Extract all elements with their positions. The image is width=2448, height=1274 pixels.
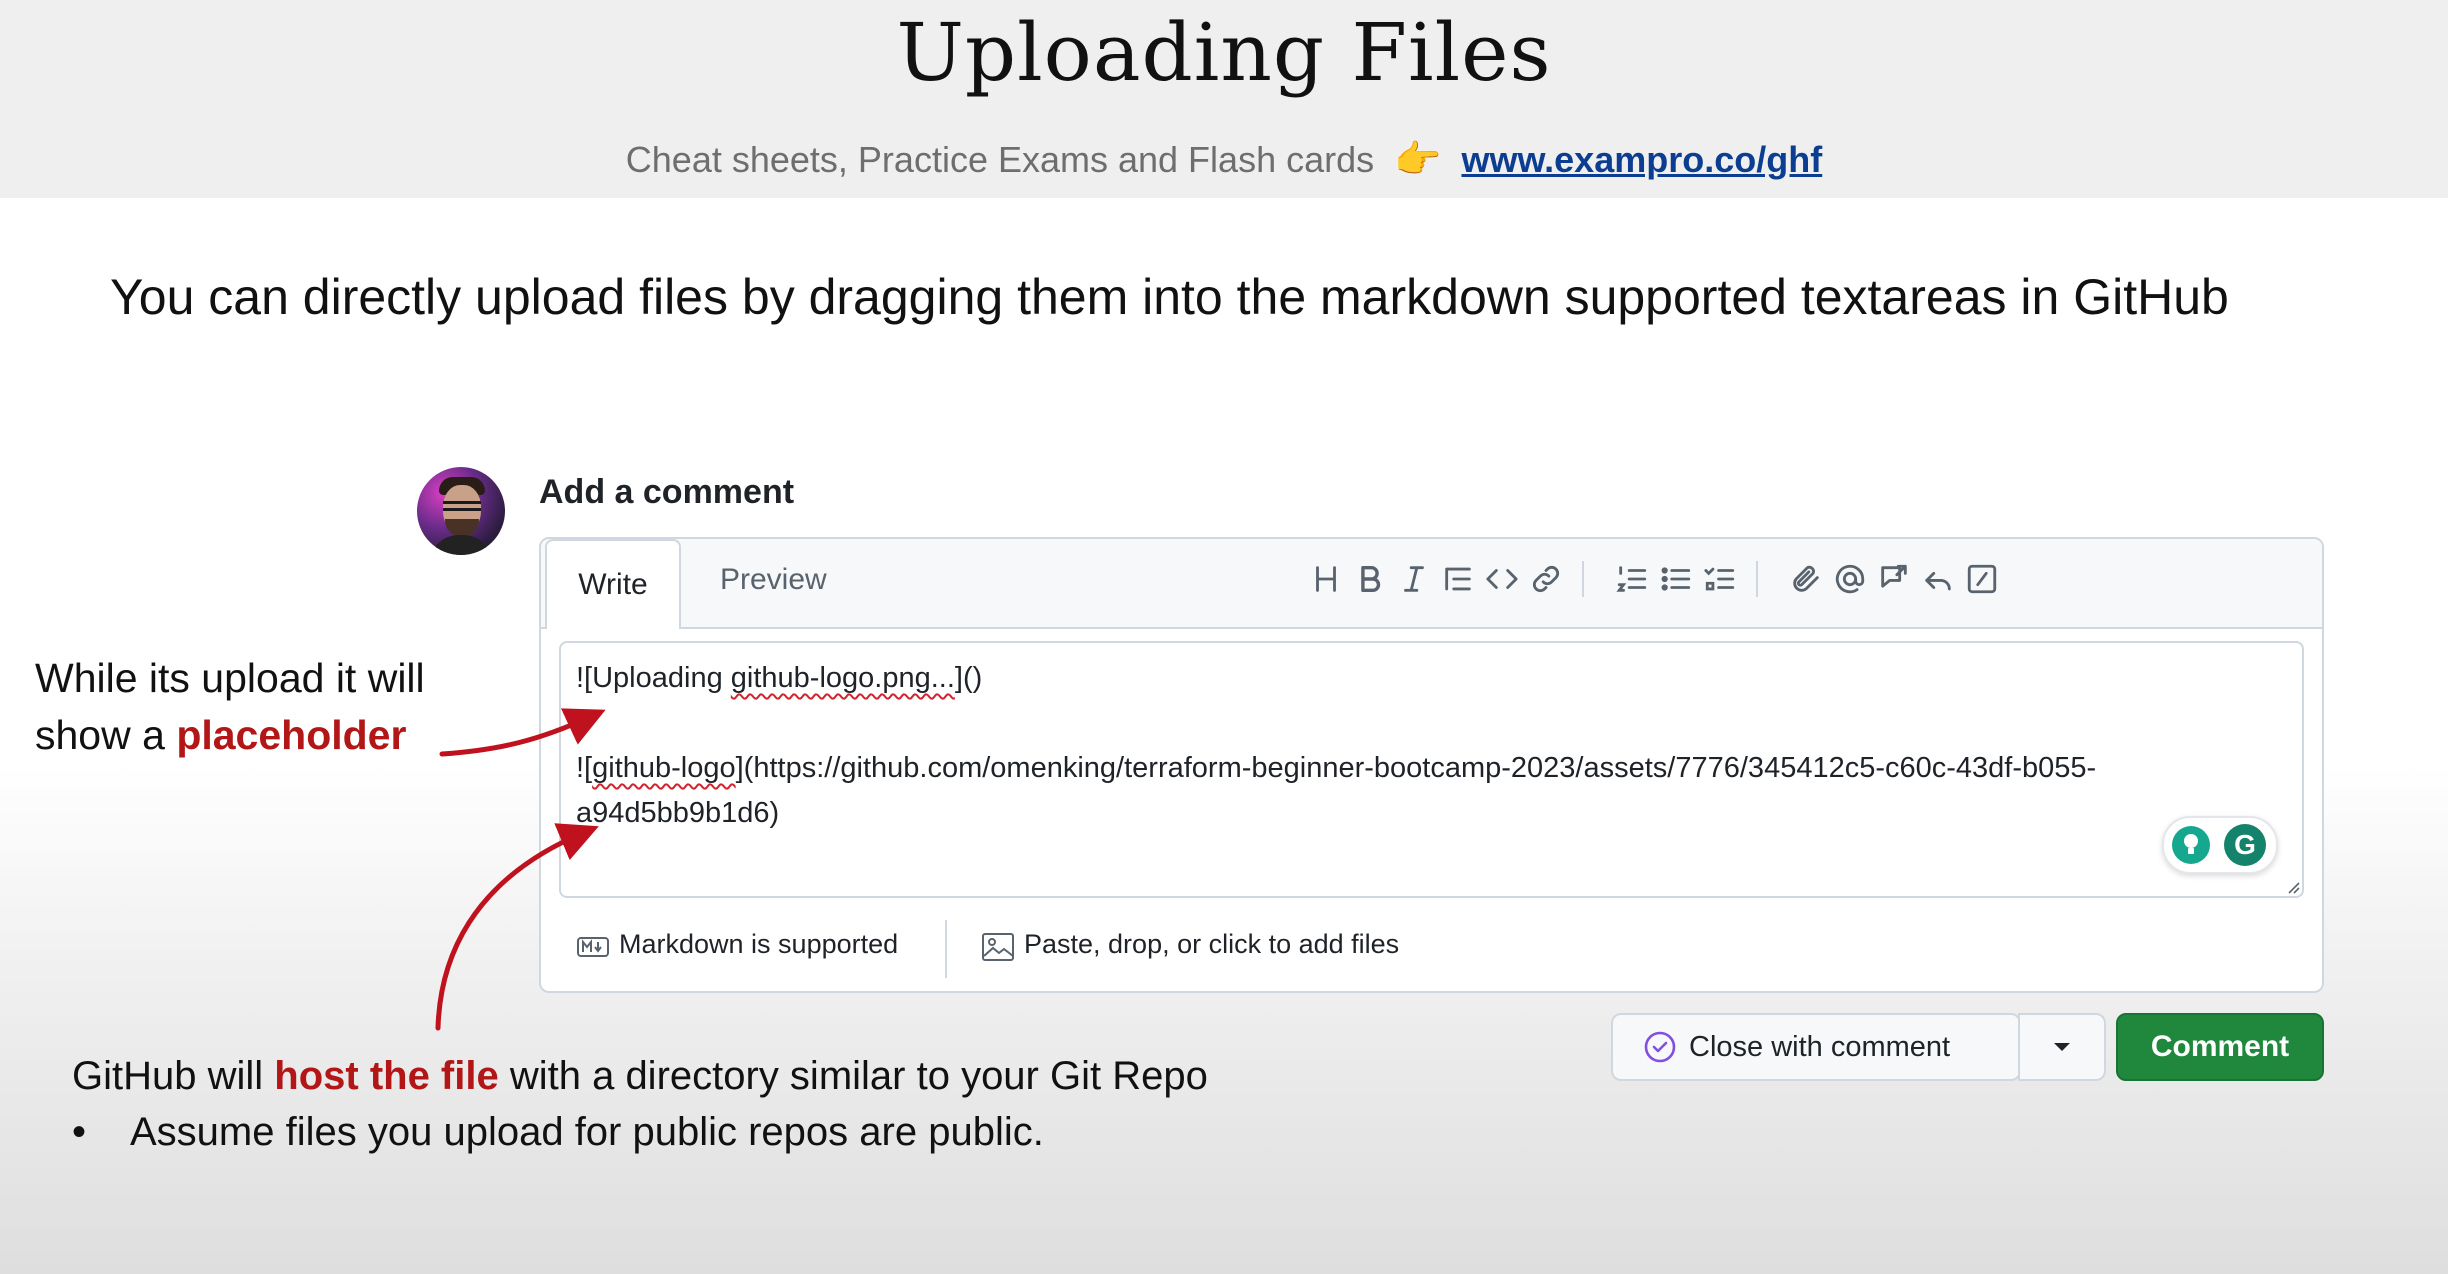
subtitle-text: Cheat sheets, Practice Exams and Flash c… bbox=[625, 139, 1375, 180]
line2-prefix: ![ bbox=[576, 752, 593, 784]
slide-title: Uploading Files bbox=[896, 6, 1552, 99]
markdown-supported-link[interactable]: Markdown is supported bbox=[619, 929, 898, 960]
annotation-line-1: While its upload it will bbox=[35, 655, 425, 701]
avatar-body bbox=[429, 535, 493, 555]
tab-write[interactable]: Write bbox=[545, 539, 681, 629]
placeholder-highlight: placeholder bbox=[176, 712, 407, 758]
bullet-marker: • bbox=[72, 1110, 87, 1154]
toolbar-divider bbox=[1582, 561, 1584, 597]
lead-text: You can directly upload files by draggin… bbox=[110, 269, 2229, 325]
add-comment-heading: Add a comment bbox=[539, 473, 795, 511]
line1-suffix: ]() bbox=[954, 662, 983, 694]
line1-prefix: ![Uploading bbox=[576, 662, 731, 694]
lightbulb-icon[interactable] bbox=[2172, 826, 2210, 864]
host-suffix: with a directory similar to your Git Rep… bbox=[498, 1054, 1208, 1098]
line2-alt-text: github-logo bbox=[592, 752, 736, 784]
bullet-item: • Assume files you upload for public repo… bbox=[72, 1110, 1044, 1155]
textarea-line-url: ![github-logo](https://github.com/omenki… bbox=[576, 752, 2096, 785]
host-annotation: GitHub will host the file with a directo… bbox=[72, 1054, 1208, 1099]
line2-url: ](https://github.com/omenking/terraform-… bbox=[735, 752, 2097, 784]
annotation-line-2: show a placeholder bbox=[35, 707, 425, 764]
image-icon bbox=[982, 933, 1014, 961]
line1-filename: github-logo.png... bbox=[730, 662, 955, 694]
host-highlight: host the file bbox=[274, 1054, 499, 1098]
comment-button[interactable]: Comment bbox=[2116, 1013, 2324, 1081]
textarea-line-url-cont: a94d5bb9b1d6) bbox=[576, 797, 780, 829]
close-options-dropdown[interactable] bbox=[2020, 1013, 2106, 1081]
exampro-link[interactable]: www.exampro.co/ghf bbox=[1461, 139, 1822, 180]
add-files-link[interactable]: Paste, drop, or click to add files bbox=[1024, 929, 1399, 960]
close-with-comment-button[interactable]: Close with comment bbox=[1611, 1013, 2021, 1081]
textarea-line-placeholder: ![Uploading github-logo.png...]() bbox=[576, 662, 982, 695]
footer-divider bbox=[945, 920, 947, 978]
grammarly-widget[interactable]: G bbox=[2162, 816, 2278, 874]
check-circle-icon bbox=[1644, 1031, 1676, 1063]
chevron-down-icon bbox=[2054, 1043, 2070, 1051]
toolbar-divider bbox=[1756, 561, 1758, 597]
slide-subtitle: Cheat sheets, Practice Exams and Flash c… bbox=[0, 138, 2448, 182]
tab-preview[interactable]: Preview bbox=[700, 545, 847, 615]
task-list-icon[interactable] bbox=[1694, 553, 1746, 605]
resize-handle-icon[interactable] bbox=[2286, 880, 2300, 894]
avatar[interactable] bbox=[417, 467, 505, 555]
markdown-icon bbox=[577, 937, 609, 957]
host-prefix: GitHub will bbox=[72, 1054, 275, 1098]
link-icon[interactable] bbox=[1520, 553, 1572, 605]
grammarly-icon[interactable]: G bbox=[2224, 824, 2266, 866]
pointing-hand-icon: 👉 bbox=[1394, 139, 1442, 181]
slash-command-icon[interactable] bbox=[1956, 553, 2008, 605]
avatar-glasses bbox=[443, 501, 481, 511]
bullet-text: Assume files you upload for public repos… bbox=[130, 1110, 1044, 1154]
close-with-comment-label: Close with comment bbox=[1689, 1030, 1951, 1063]
annotation-prefix: show a bbox=[35, 712, 177, 758]
placeholder-annotation: While its upload it will show a placehol… bbox=[35, 650, 425, 764]
